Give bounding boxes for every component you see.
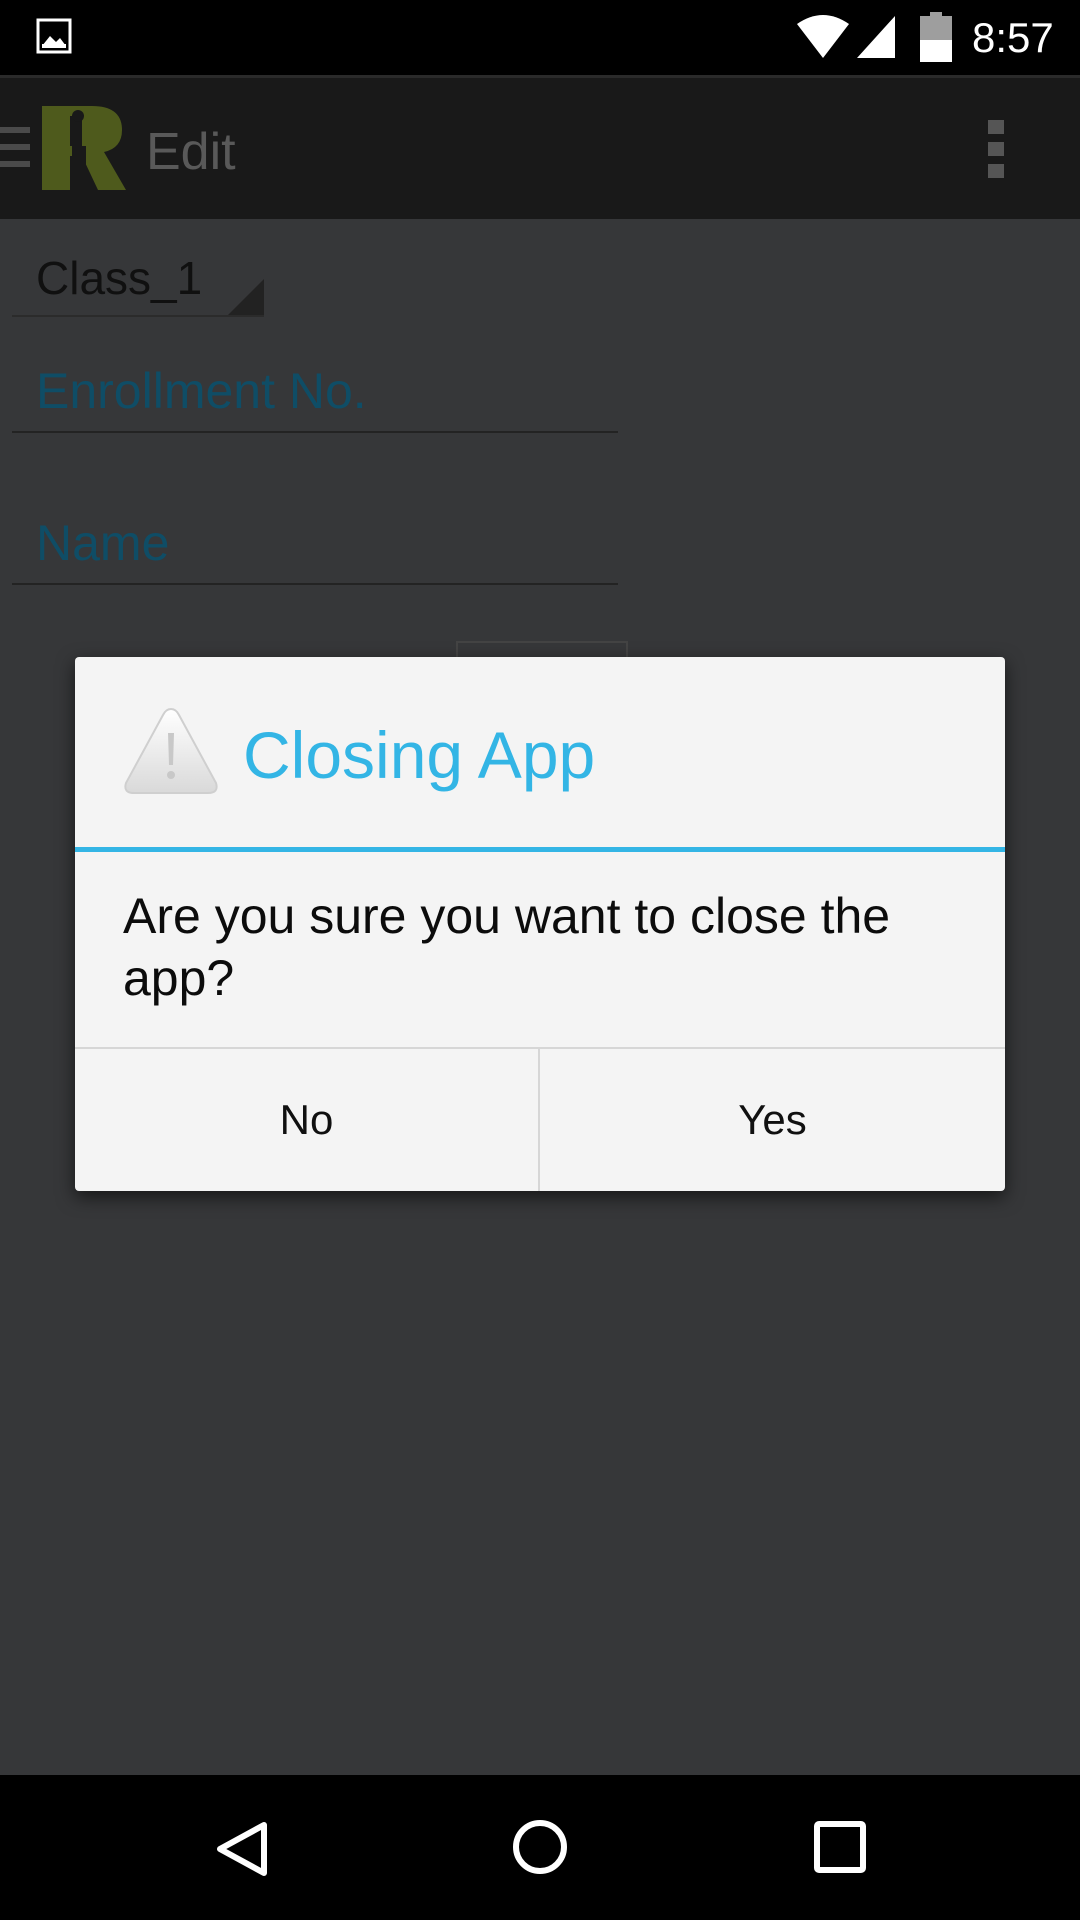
overflow-menu-icon[interactable] (988, 120, 1006, 180)
action-bar: Edit (0, 75, 1080, 219)
back-icon[interactable] (212, 1819, 272, 1879)
class-spinner[interactable]: Class_1 (12, 241, 264, 317)
signal-icon (857, 16, 895, 58)
name-hint: Name (36, 515, 170, 571)
dialog-button-bar: No Yes (75, 1047, 1005, 1191)
name-field[interactable]: Name (12, 503, 618, 585)
battery-icon (920, 12, 952, 62)
home-icon[interactable] (512, 1819, 568, 1875)
drawer-menu-icon[interactable] (0, 127, 30, 167)
recents-icon[interactable] (814, 1821, 866, 1873)
navigation-bar (0, 1775, 1080, 1920)
warning-icon (124, 707, 218, 794)
status-time: 8:57 (972, 14, 1054, 61)
page-title: Edit (146, 123, 236, 181)
class-spinner-value: Class_1 (36, 252, 203, 304)
dialog-title-divider (75, 847, 1005, 852)
status-bar: 8:57 (0, 0, 1080, 75)
yes-button[interactable]: Yes (540, 1049, 1005, 1191)
dialog-header: Closing App (75, 657, 1005, 847)
screen: 8:57 Edit Class_1 Enrollment No. Name Cl… (0, 0, 1080, 1920)
enrollment-field[interactable]: Enrollment No. (12, 351, 618, 433)
spinner-arrow-icon (228, 279, 264, 315)
no-button[interactable]: No (75, 1049, 540, 1191)
dialog-title: Closing App (243, 718, 596, 792)
app-logo-icon[interactable] (42, 106, 126, 190)
enrollment-hint: Enrollment No. (36, 363, 367, 419)
image-notification-icon (36, 18, 72, 54)
close-app-dialog: Closing App Are you sure you want to clo… (75, 657, 1005, 1191)
wifi-icon (797, 15, 849, 58)
dialog-message: Are you sure you want to close the app? (123, 888, 891, 1006)
